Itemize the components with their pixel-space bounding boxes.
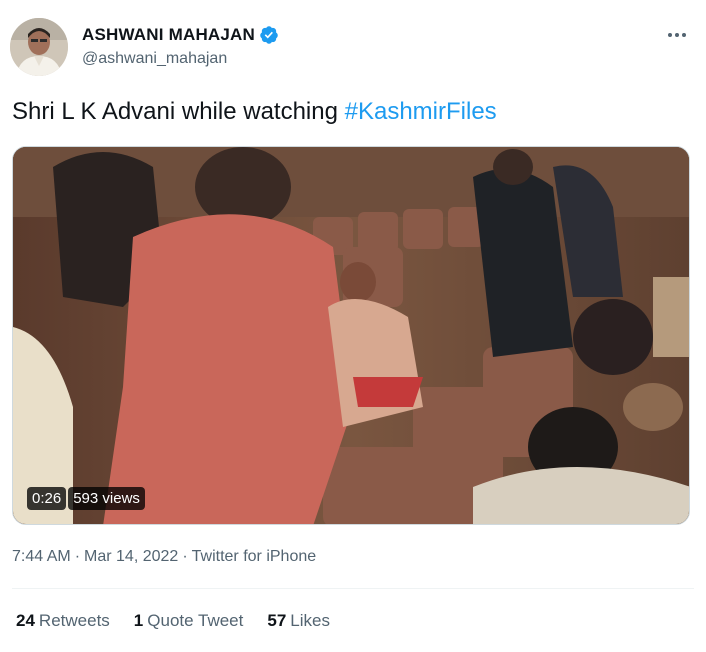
avatar[interactable] xyxy=(10,18,68,76)
likes-stat[interactable]: 57 Likes xyxy=(267,611,330,631)
quote-tweets-label: Quote Tweet xyxy=(147,611,244,630)
tweet-header: ASHWANI MAHAJAN @ashwani_mahajan xyxy=(10,18,696,78)
divider xyxy=(12,588,694,589)
author-names: ASHWANI MAHAJAN @ashwani_mahajan xyxy=(82,24,279,68)
dot xyxy=(682,33,686,37)
tweet-text: Shri L K Advani while watching #KashmirF… xyxy=(12,98,497,126)
likes-label: Likes xyxy=(290,611,330,630)
meta-separator: · xyxy=(74,548,81,565)
video-views: 593 views xyxy=(68,487,145,510)
dot xyxy=(668,33,672,37)
quote-tweets-count: 1 xyxy=(133,611,144,630)
quote-tweets-stat[interactable]: 1 Quote Tweet xyxy=(134,611,244,631)
video-thumbnail xyxy=(13,147,689,524)
tweet-time[interactable]: 7:44 AM xyxy=(12,548,71,566)
likes-count: 57 xyxy=(267,611,287,630)
hashtag-link[interactable]: #KashmirFiles xyxy=(345,98,497,125)
dot xyxy=(675,33,679,37)
meta-separator: · xyxy=(182,548,188,565)
video-duration: 0:26 xyxy=(27,487,67,510)
retweets-count: 24 xyxy=(16,611,35,630)
video-player[interactable]: 0:26 593 views xyxy=(12,146,690,525)
retweets-stat[interactable]: 24 Retweets xyxy=(16,611,110,631)
more-options-icon[interactable] xyxy=(666,24,688,46)
tweet-card: ASHWANI MAHAJAN @ashwani_mahajan Shri L … xyxy=(0,0,706,652)
tweet-meta: 7:44 AM · Mar 14, 2022 · Twitter for iPh… xyxy=(12,548,316,566)
tweet-text-body: Shri L K Advani while watching xyxy=(12,98,345,125)
display-name[interactable]: ASHWANI MAHAJAN xyxy=(82,25,255,45)
retweets-label: Retweets xyxy=(38,611,110,630)
tweet-date[interactable]: Mar 14, 2022 xyxy=(84,548,178,566)
video-badge: 0:26 593 views xyxy=(27,487,145,510)
tweet-source[interactable]: Twitter for iPhone xyxy=(192,548,317,566)
tweet-stats: 24 Retweets 1 Quote Tweet 57 Likes xyxy=(16,611,330,631)
author-handle[interactable]: @ashwani_mahajan xyxy=(82,50,279,68)
verified-badge-icon xyxy=(259,25,279,45)
display-name-row[interactable]: ASHWANI MAHAJAN xyxy=(82,24,279,46)
